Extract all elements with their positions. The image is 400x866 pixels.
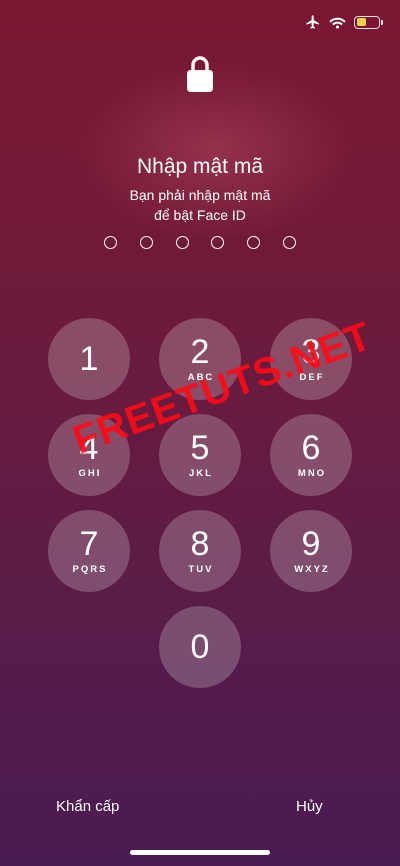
key-letters: GHI xyxy=(78,468,102,479)
passcode-dot xyxy=(139,236,153,249)
key-digit: 2 xyxy=(190,333,210,371)
wifi-icon xyxy=(329,17,346,29)
subtitle: Bạn phải nhập mật mã để bật Face ID xyxy=(0,185,400,225)
cancel-button[interactable]: Hủy xyxy=(296,798,323,815)
key-digit: 5 xyxy=(190,429,210,467)
key-digit: 8 xyxy=(190,525,210,563)
key-1[interactable]: 1 xyxy=(48,318,130,400)
key-9[interactable]: 9 WXYZ xyxy=(270,510,352,592)
passcode-dot xyxy=(283,236,296,249)
passcode-dot xyxy=(104,236,117,249)
key-8[interactable]: 8 TUV xyxy=(159,510,241,592)
passcode-dot xyxy=(247,236,261,249)
key-digit: 1 xyxy=(79,340,99,378)
home-indicator[interactable] xyxy=(130,850,270,855)
key-7[interactable]: 7 PQRS xyxy=(48,510,130,592)
key-digit: 9 xyxy=(301,525,321,563)
passcode-dot xyxy=(211,236,225,249)
page-title: Nhập mật mã xyxy=(136,155,264,178)
key-letters: WXYZ xyxy=(294,564,330,575)
key-digit: 0 xyxy=(190,628,210,666)
key-digit: 7 xyxy=(79,525,99,563)
key-6[interactable]: 6 MNO xyxy=(270,414,352,496)
battery-icon xyxy=(354,15,383,29)
key-digit: 6 xyxy=(301,429,321,467)
key-letters: MNO xyxy=(297,468,327,479)
passcode-dots xyxy=(104,236,296,250)
key-letters: JKL xyxy=(189,468,213,479)
subtitle-line-2: để bật Face ID xyxy=(154,207,246,223)
status-bar xyxy=(305,12,383,32)
emergency-button[interactable]: Khẩn cấp xyxy=(56,798,119,815)
key-0[interactable]: 0 xyxy=(159,606,241,688)
airplane-icon xyxy=(306,15,319,29)
key-letters: TUV xyxy=(188,564,214,575)
battery-level xyxy=(356,18,366,26)
key-letters: PQRS xyxy=(72,564,108,575)
passcode-dot xyxy=(175,236,189,249)
subtitle-line-1: Bạn phải nhập mật mã xyxy=(129,187,271,203)
lock-icon xyxy=(187,56,213,92)
